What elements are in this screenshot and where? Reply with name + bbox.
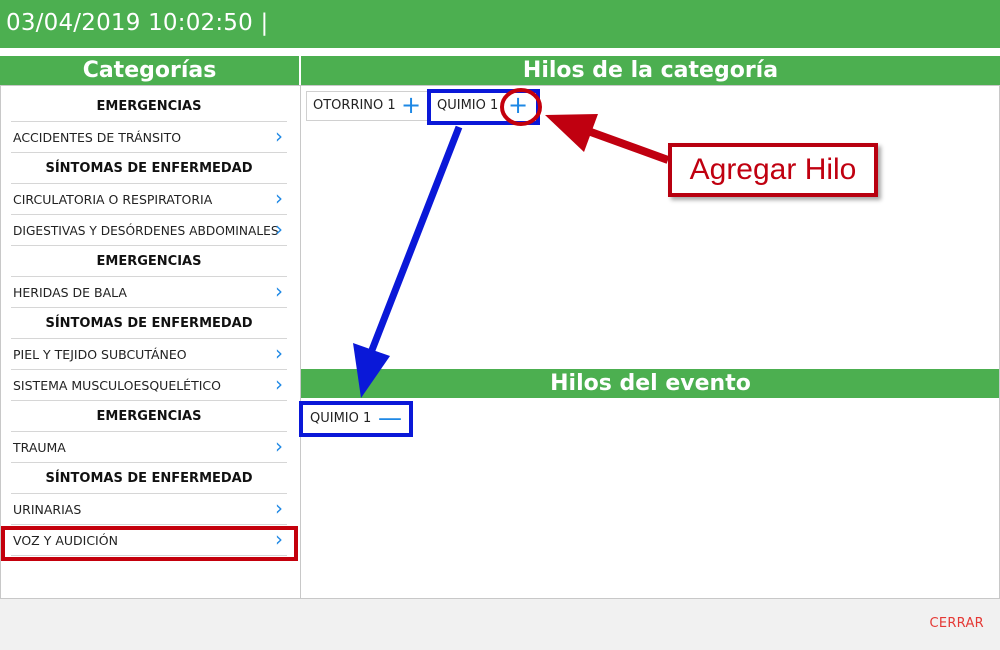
add-thread-annotation: Agregar Hilo xyxy=(668,143,878,197)
red-arrow-head xyxy=(545,114,598,152)
highlight-add-button-circle xyxy=(500,88,542,126)
blue-arrow-shaft xyxy=(368,125,463,352)
blue-arrow-head xyxy=(353,343,390,398)
red-arrow-shaft xyxy=(586,127,670,164)
annotation-arrows xyxy=(353,88,670,398)
